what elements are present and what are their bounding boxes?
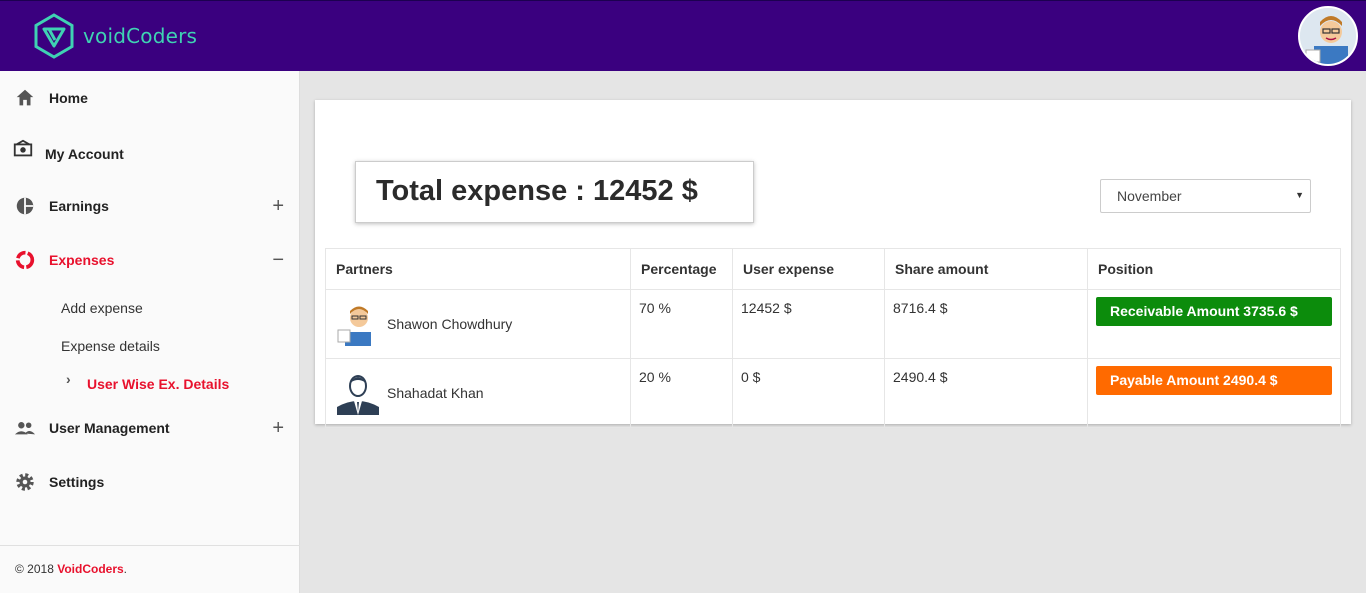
expand-icon[interactable]: +	[272, 418, 284, 438]
sidebar-item-my-account[interactable]: My Account	[0, 132, 300, 172]
home-icon	[16, 89, 34, 106]
percentage-cell: 20 %	[630, 358, 733, 428]
partner-cell: Shawon Chowdhury	[325, 289, 631, 359]
sidebar-item-label: User Management	[49, 420, 170, 436]
partner-avatar	[337, 375, 379, 415]
expense-card: Total expense : 12452 $ November ▼ Partn…	[315, 100, 1351, 428]
table-row: Shawon Chowdhury 70 % 12452 $ 8716.4 $ R…	[325, 289, 1341, 359]
sidebar-item-label: My Account	[45, 146, 124, 162]
sidebar-item-label: Settings	[49, 474, 105, 490]
share-amount-cell: 8716.4 $	[884, 289, 1088, 359]
position-cell: Payable Amount 2490.4 $	[1087, 358, 1341, 428]
month-select-value: November	[1117, 188, 1182, 204]
column-header: Percentage	[630, 248, 733, 290]
sidebar-item-expenses[interactable]: Expenses −	[0, 240, 300, 280]
user-expense-cell: 12452 $	[732, 289, 885, 359]
copyright-text: © 2018	[15, 562, 58, 576]
position-badge-receivable: Receivable Amount 3735.6 $	[1096, 297, 1332, 326]
expand-icon[interactable]: +	[272, 196, 284, 216]
sidebar-item-earnings[interactable]: Earnings +	[0, 186, 300, 226]
pie-chart-icon	[16, 197, 34, 215]
column-header: Position	[1087, 248, 1341, 290]
sidebar-item-label: Earnings	[49, 198, 109, 214]
partner-name: Shawon Chowdhury	[387, 316, 513, 332]
sidebar-item-label: Home	[49, 90, 88, 106]
copyright-suffix: .	[123, 562, 128, 576]
brand-logo-icon	[34, 13, 74, 59]
month-select[interactable]: November ▼	[1100, 179, 1311, 213]
sidebar-item-label: Expenses	[49, 252, 115, 268]
column-header: User expense	[732, 248, 885, 290]
sidebar-item-home[interactable]: Home	[0, 78, 300, 118]
user-avatar[interactable]	[1298, 6, 1358, 66]
gear-icon	[16, 473, 34, 491]
position-badge-payable: Payable Amount 2490.4 $	[1096, 366, 1332, 395]
total-expense: Total expense : 12452 $	[355, 161, 754, 223]
chevron-right-icon: ›	[66, 371, 71, 387]
sidebar-item-settings[interactable]: Settings	[0, 462, 300, 502]
collapse-icon[interactable]: −	[272, 250, 284, 270]
share-amount-cell: 2490.4 $	[884, 358, 1088, 428]
caret-down-icon: ▼	[1295, 190, 1304, 200]
sidebar: Home My Account Earnings + Expenses − Ad…	[0, 71, 300, 593]
sidebar-subitem-add-expense[interactable]: Add expense	[61, 300, 143, 316]
table-row: Shahadat Khan 20 % 0 $ 2490.4 $ Payable …	[325, 358, 1341, 428]
partner-name: Shahadat Khan	[387, 385, 484, 401]
brand-name: voidCoders	[83, 24, 198, 48]
percentage-cell: 70 %	[630, 289, 733, 359]
column-header: Share amount	[884, 248, 1088, 290]
partners-table: Partners Percentage User expense Share a…	[325, 248, 1341, 428]
sidebar-subitem-user-wise-details[interactable]: User Wise Ex. Details	[87, 376, 229, 392]
column-header: Partners	[325, 248, 631, 290]
account-icon	[13, 139, 33, 157]
user-expense-cell: 0 $	[732, 358, 885, 428]
users-icon	[14, 422, 36, 435]
partner-cell: Shahadat Khan	[325, 358, 631, 428]
sidebar-footer: © 2018 VoidCoders.	[0, 545, 300, 593]
sidebar-item-user-management[interactable]: User Management +	[0, 408, 300, 448]
brand-logo[interactable]: voidCoders	[30, 12, 197, 60]
position-cell: Receivable Amount 3735.6 $	[1087, 289, 1341, 359]
partner-avatar	[337, 306, 371, 346]
sidebar-subitem-expense-details[interactable]: Expense details	[61, 338, 160, 354]
footer-brand-link[interactable]: VoidCoders	[57, 562, 123, 576]
user-avatar-icon	[1300, 8, 1356, 64]
table-header-row: Partners Percentage User expense Share a…	[325, 248, 1341, 290]
donut-icon	[15, 250, 35, 270]
top-navbar: voidCoders	[0, 0, 1366, 71]
